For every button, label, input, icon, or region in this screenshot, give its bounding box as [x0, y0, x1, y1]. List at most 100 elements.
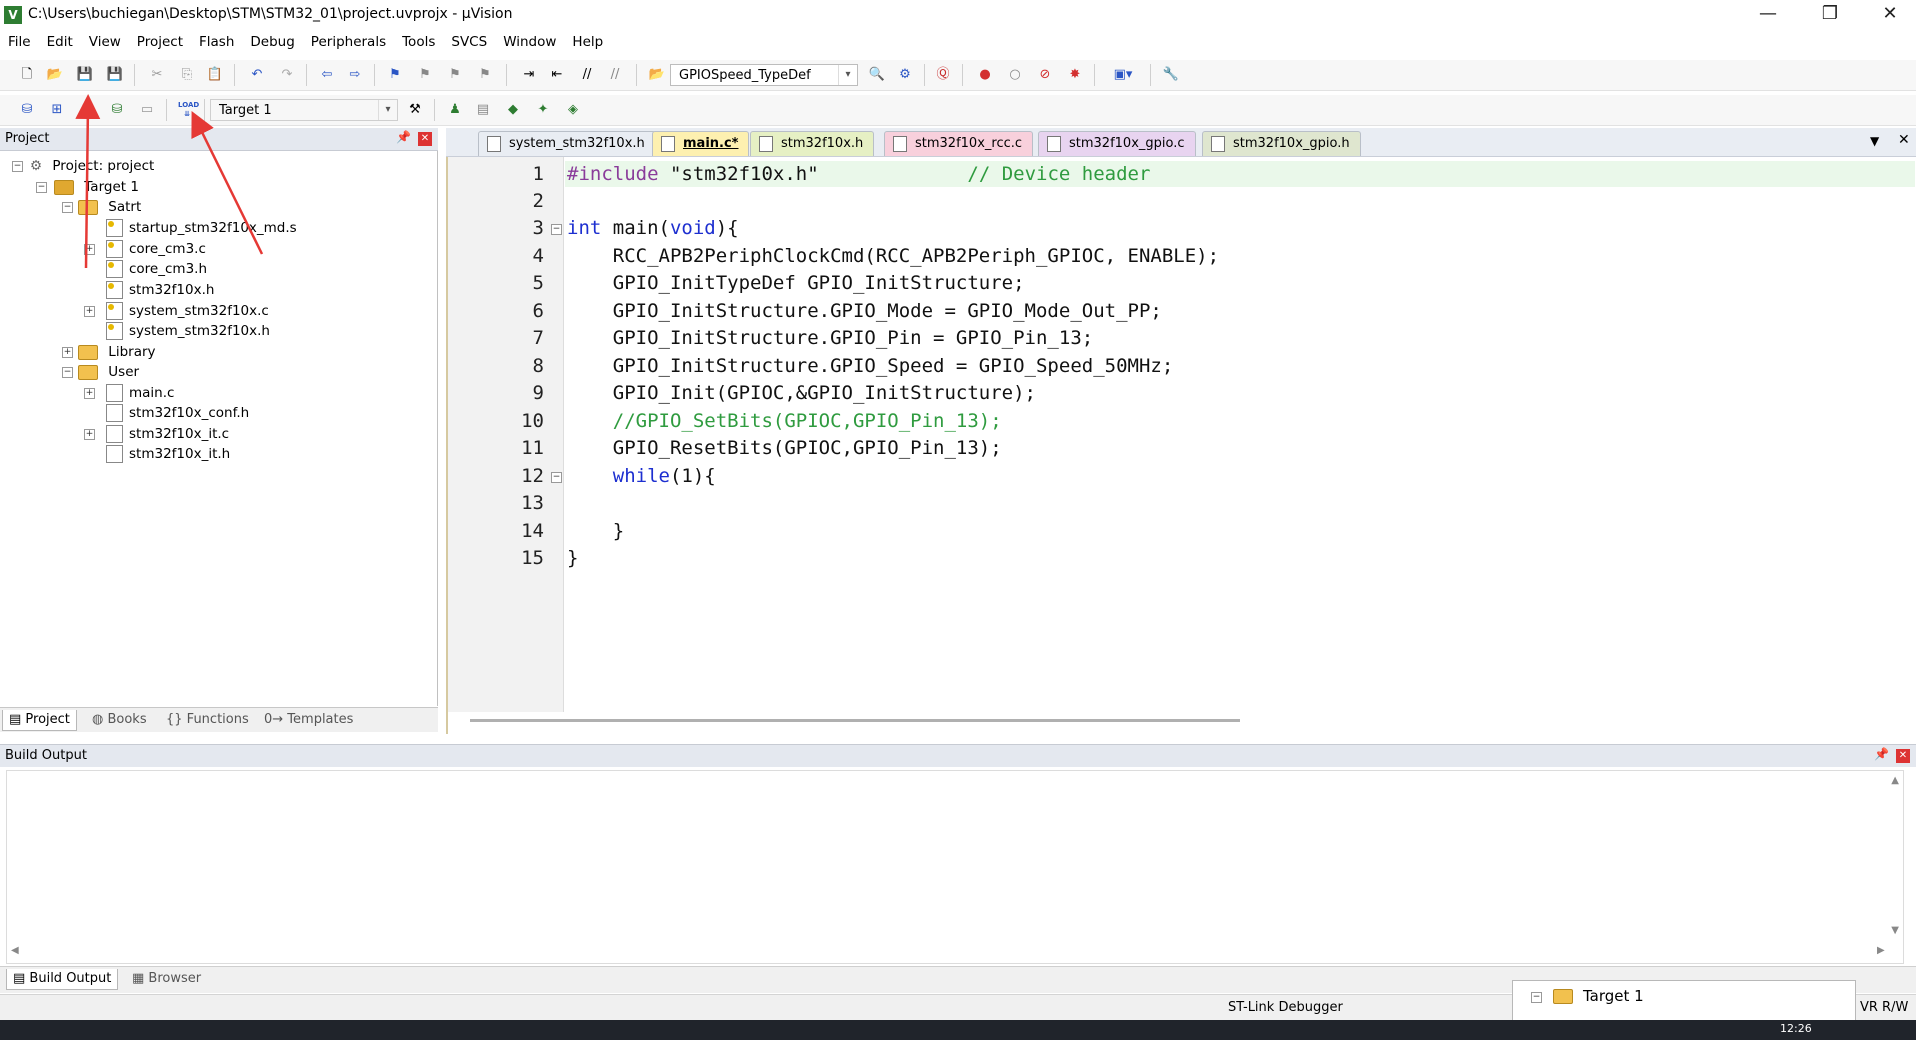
tree-item-file[interactable]: system_stm32f10x.h — [84, 320, 270, 342]
next-bookmark-icon[interactable]: ⚑ — [446, 66, 464, 84]
copy-icon[interactable]: ⎘ — [178, 66, 196, 84]
scroll-down-icon[interactable]: ▼ — [1891, 925, 1899, 936]
tab-list-icon[interactable]: ▼ — [1870, 134, 1879, 148]
code-editor[interactable]: 1 2 3 4 5 6 7 8 9 10 11 12 13 14 15 − − … — [446, 157, 1916, 734]
collapse-icon[interactable]: − — [1531, 992, 1542, 1003]
save-all-icon[interactable]: 💾 — [106, 66, 124, 84]
tree-item-file[interactable]: + stm32f10x_it.c — [84, 423, 229, 445]
bookmark-icon[interactable]: ⚑ — [386, 66, 404, 84]
navigate-back-icon[interactable]: ⇦ — [318, 66, 336, 84]
find-icon[interactable]: 🔍 — [868, 66, 886, 84]
chevron-down-icon[interactable]: ▾ — [838, 65, 857, 85]
close-icon[interactable]: ✕ — [418, 132, 432, 146]
uncomment-icon[interactable]: // — [606, 66, 624, 84]
undo-icon[interactable]: ↶ — [248, 66, 266, 84]
tab-stm32f10x-h[interactable]: stm32f10x.h — [750, 131, 875, 156]
tab-main-c[interactable]: main.c* — [652, 131, 750, 156]
tab-browser[interactable]: ▦ Browser — [126, 969, 207, 989]
tab-project[interactable]: ▤ Project — [2, 710, 77, 731]
tree-item-file[interactable]: stm32f10x_conf.h — [84, 402, 249, 424]
tree-item-file[interactable]: + core_cm3.c — [84, 238, 206, 260]
tree-item-file[interactable]: stm32f10x.h — [84, 279, 214, 301]
software-packs-icon[interactable]: ◈ — [564, 101, 582, 119]
tab-system-stm32f10x-h[interactable]: system_stm32f10x.h — [478, 131, 656, 156]
window-layout-icon[interactable]: ▣▾ — [1108, 66, 1138, 84]
translate-icon[interactable]: ⛁ — [18, 101, 36, 119]
expand-icon[interactable]: + — [62, 347, 73, 358]
disable-breakpoints-icon[interactable]: ⊘ — [1036, 66, 1054, 84]
batch-build-icon[interactable]: ⛁ — [108, 101, 126, 119]
pin-icon[interactable]: 📌 — [396, 130, 411, 144]
tree-item-file[interactable]: stm32f10x_it.h — [84, 443, 230, 465]
debug-session-icon[interactable]: Ⓠ — [934, 66, 952, 84]
unindent-icon[interactable]: ⇤ — [548, 66, 566, 84]
save-icon[interactable]: 💾 — [76, 66, 94, 84]
menu-flash[interactable]: Flash — [191, 32, 242, 56]
select-packs-icon[interactable]: ▤ — [474, 101, 492, 119]
clear-bookmarks-icon[interactable]: ⚑ — [476, 66, 494, 84]
menu-debug[interactable]: Debug — [242, 32, 302, 56]
kill-breakpoints-icon[interactable]: ✸ — [1066, 66, 1084, 84]
find-combo[interactable]: GPIOSpeed_TypeDef ▾ — [670, 64, 858, 86]
tab-templates[interactable]: 0→ Templates — [258, 710, 359, 730]
tree-item-project[interactable]: − ⚙ Project: project — [12, 155, 154, 177]
manage-project-items-icon[interactable]: ♟ — [446, 101, 464, 119]
fold-collapse-icon[interactable]: − — [551, 224, 562, 235]
expand-icon[interactable]: + — [84, 388, 95, 399]
close-icon[interactable]: ✕ — [1898, 132, 1910, 148]
scroll-up-icon[interactable]: ▲ — [1891, 775, 1899, 786]
tree-item-target[interactable]: − Target 1 — [36, 176, 139, 198]
pack-installer-icon[interactable]: ✦ — [534, 101, 552, 119]
tree-item-group-library[interactable]: + Library — [62, 341, 156, 363]
collapse-icon[interactable]: − — [36, 182, 47, 193]
build-output-text[interactable]: ▲ ▼ ◀ ▶ — [6, 770, 1904, 964]
find-in-files-icon[interactable]: 📂 — [648, 66, 666, 84]
prev-bookmark-icon[interactable]: ⚑ — [416, 66, 434, 84]
menu-file[interactable]: File — [0, 32, 39, 56]
scroll-right-icon[interactable]: ▶ — [1877, 945, 1885, 956]
collapse-icon[interactable]: − — [12, 161, 23, 172]
tab-stm32f10x-rcc-c[interactable]: stm32f10x_rcc.c — [884, 131, 1034, 156]
tree-item-file[interactable]: + main.c — [84, 382, 174, 404]
restore-button[interactable]: ❐ — [1802, 0, 1858, 30]
build-icon[interactable]: ⊞ — [48, 101, 66, 119]
menu-svcs[interactable]: SVCS — [443, 32, 495, 56]
scroll-left-icon[interactable]: ◀ — [11, 945, 19, 956]
menu-tools[interactable]: Tools — [394, 32, 443, 56]
menu-edit[interactable]: Edit — [39, 32, 81, 56]
tab-build-output[interactable]: ▤ Build Output — [6, 969, 119, 990]
expand-icon[interactable]: + — [84, 244, 95, 255]
menu-project[interactable]: Project — [129, 32, 191, 56]
expand-icon[interactable]: + — [84, 429, 95, 440]
editor-horizontal-scrollbar[interactable] — [470, 719, 1240, 722]
close-button[interactable]: ✕ — [1862, 0, 1916, 30]
tab-functions[interactable]: {} Functions — [160, 710, 255, 730]
insert-breakpoint-icon[interactable]: ● — [976, 66, 994, 84]
indent-icon[interactable]: ⇥ — [520, 66, 538, 84]
tree-item-group-satrt[interactable]: − Satrt — [62, 196, 141, 218]
manage-run-time-icon[interactable]: ◆ — [504, 101, 522, 119]
tab-books[interactable]: ◍ Books — [86, 710, 153, 730]
collapse-icon[interactable]: − — [62, 367, 73, 378]
rebuild-icon[interactable]: ⊞ — [78, 101, 96, 119]
incremental-find-icon[interactable]: ⚙ — [896, 66, 914, 84]
tree-item-group-user[interactable]: − User — [62, 361, 139, 383]
menu-window[interactable]: Window — [495, 32, 564, 56]
target-combo[interactable]: Target 1 ▾ — [210, 99, 398, 121]
chevron-down-icon[interactable]: ▾ — [378, 100, 397, 120]
tree-item-file[interactable]: core_cm3.h — [84, 258, 207, 280]
collapse-icon[interactable]: − — [62, 202, 73, 213]
open-file-icon[interactable]: 📂 — [46, 66, 64, 84]
pin-icon[interactable]: 📌 — [1874, 747, 1889, 761]
menu-help[interactable]: Help — [564, 32, 611, 56]
tab-stm32f10x-gpio-c[interactable]: stm32f10x_gpio.c — [1038, 131, 1196, 156]
tree-item-file[interactable]: + system_stm32f10x.c — [84, 300, 269, 322]
tree-item-file[interactable]: startup_stm32f10x_md.s — [84, 217, 297, 239]
expand-icon[interactable]: + — [84, 306, 95, 317]
configure-icon[interactable]: 🔧 — [1162, 66, 1180, 84]
minimize-button[interactable]: — — [1740, 0, 1796, 30]
download-icon[interactable]: LOAD ⇊ — [178, 101, 199, 119]
redo-icon[interactable]: ↷ — [278, 66, 296, 84]
fold-collapse-icon[interactable]: − — [551, 472, 562, 483]
tab-stm32f10x-gpio-h[interactable]: stm32f10x_gpio.h — [1202, 131, 1361, 156]
